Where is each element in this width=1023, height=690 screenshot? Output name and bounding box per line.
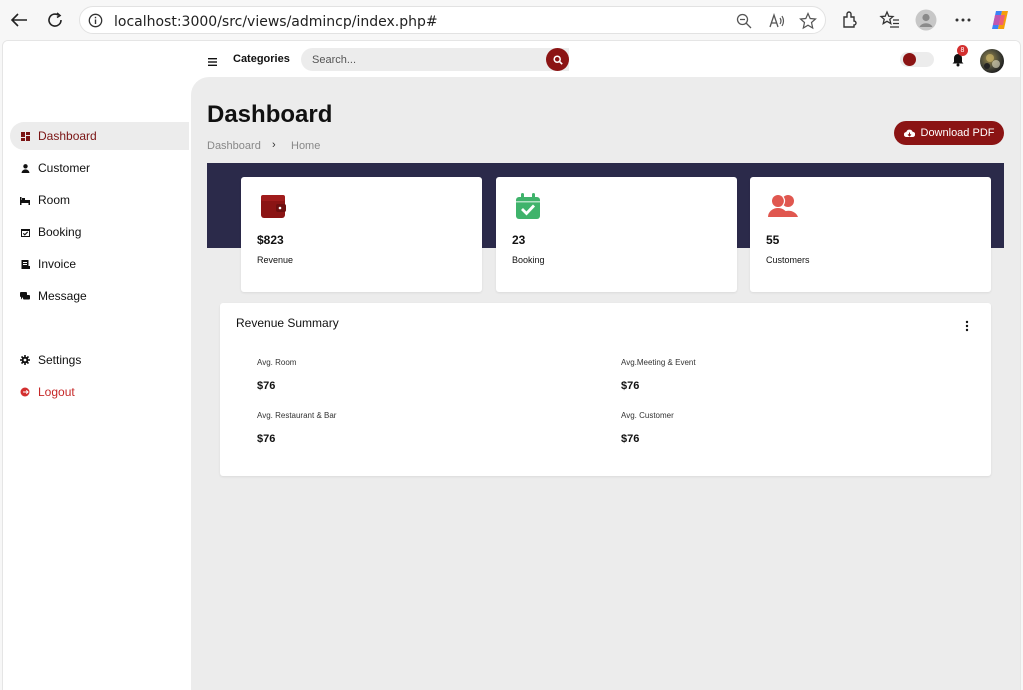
revenue-label: Revenue bbox=[257, 255, 294, 265]
booking-value: 23 bbox=[512, 233, 526, 247]
sidebar-item-label: Settings bbox=[38, 353, 82, 367]
address-bar[interactable]: localhost:3000/src/views/admincp/index.p… bbox=[79, 6, 826, 34]
wallet-icon bbox=[258, 192, 288, 222]
favorites-icon[interactable] bbox=[879, 9, 901, 31]
sidebar-item-label: Dashboard bbox=[38, 129, 97, 143]
stat-card-booking: 23 Booking bbox=[496, 177, 737, 292]
stat-card-revenue: $823 Revenue bbox=[241, 177, 482, 292]
sidebar-item-label: Room bbox=[38, 193, 71, 207]
stat-value-restaurant-bar: $76 bbox=[257, 433, 276, 445]
stat-card-customers: 55 Customers bbox=[750, 177, 991, 292]
page-title: Dashboard bbox=[207, 101, 333, 128]
avatar[interactable] bbox=[980, 49, 1004, 73]
customers-value: 55 bbox=[766, 233, 780, 247]
revenue-value: $823 bbox=[257, 233, 284, 247]
toggle-knob bbox=[903, 53, 916, 66]
calendar-check-icon bbox=[20, 227, 30, 237]
booking-label: Booking bbox=[512, 255, 545, 265]
message-icon bbox=[20, 291, 30, 301]
sidebar-item-customer[interactable]: Customer bbox=[10, 154, 189, 182]
bed-icon bbox=[20, 195, 30, 205]
favorite-star-icon[interactable] bbox=[799, 12, 817, 30]
stat-label-customer: Avg. Customer bbox=[621, 411, 674, 420]
sidebar-item-message[interactable]: Message bbox=[10, 282, 189, 310]
sidebar-item-label: Booking bbox=[38, 225, 82, 239]
user-icon bbox=[20, 163, 30, 173]
calendar-check-icon bbox=[513, 192, 543, 222]
revenue-summary-panel: Revenue Summary Avg. Room $76 Avg.Meetin… bbox=[220, 303, 991, 476]
sidebar-item-label: Message bbox=[38, 289, 87, 303]
zoom-out-icon[interactable] bbox=[735, 12, 753, 30]
sidebar-item-invoice[interactable]: Invoice bbox=[10, 250, 189, 278]
notification-badge: 8 bbox=[957, 45, 968, 56]
sidebar-item-label: Logout bbox=[38, 385, 75, 399]
dark-mode-toggle[interactable] bbox=[900, 52, 934, 67]
breadcrumb-dashboard[interactable]: Dashboard bbox=[207, 140, 261, 152]
search-icon bbox=[552, 54, 563, 65]
stat-label-meeting-event: Avg.Meeting & Event bbox=[621, 358, 696, 367]
sidebar: Dashboard Customer Room Booking Invoice bbox=[3, 41, 191, 690]
url-main: localhost:3000/src/views/admincp/index.p… bbox=[114, 14, 438, 30]
copilot-icon[interactable] bbox=[989, 9, 1011, 31]
logout-icon bbox=[20, 387, 30, 397]
back-arrow-icon[interactable] bbox=[7, 8, 31, 32]
stat-label-restaurant-bar: Avg. Restaurant & Bar bbox=[257, 411, 337, 420]
sidebar-item-room[interactable]: Room bbox=[10, 186, 189, 214]
search-button[interactable] bbox=[546, 48, 569, 71]
cloud-download-icon bbox=[903, 129, 915, 138]
sidebar-item-label: Invoice bbox=[38, 257, 77, 271]
more-icon[interactable] bbox=[952, 9, 974, 31]
stat-label-room: Avg. Room bbox=[257, 358, 297, 367]
sidebar-item-booking[interactable]: Booking bbox=[10, 218, 189, 246]
breadcrumb-home[interactable]: Home bbox=[291, 140, 320, 152]
download-pdf-label: Download PDF bbox=[920, 127, 995, 139]
extensions-icon[interactable] bbox=[839, 9, 861, 31]
users-icon bbox=[767, 192, 798, 222]
customers-label: Customers bbox=[766, 255, 810, 265]
more-options-icon[interactable] bbox=[964, 319, 970, 332]
sidebar-item-logout[interactable]: Logout bbox=[10, 378, 189, 406]
url-text: localhost:3000/src/views/admincp/index.p… bbox=[114, 12, 438, 30]
reload-icon[interactable] bbox=[43, 8, 67, 32]
categories-link[interactable]: Categories bbox=[233, 53, 290, 65]
invoice-icon bbox=[20, 259, 30, 269]
menu-toggle-icon[interactable] bbox=[208, 53, 217, 66]
stat-value-customer: $76 bbox=[621, 433, 640, 445]
summary-title: Revenue Summary bbox=[236, 316, 339, 330]
top-header: Categories 8 bbox=[191, 41, 1020, 77]
sidebar-item-label: Customer bbox=[38, 161, 91, 175]
read-aloud-icon[interactable] bbox=[768, 12, 786, 30]
dashboard-icon bbox=[20, 131, 30, 141]
download-pdf-button[interactable]: Download PDF bbox=[894, 121, 1004, 145]
sidebar-item-settings[interactable]: Settings bbox=[10, 346, 189, 374]
profile-icon[interactable] bbox=[915, 9, 937, 31]
browser-toolbar: localhost:3000/src/views/admincp/index.p… bbox=[0, 0, 1023, 40]
stat-value-meeting-event: $76 bbox=[621, 380, 640, 392]
stat-value-room: $76 bbox=[257, 380, 276, 392]
sidebar-item-dashboard[interactable]: Dashboard bbox=[10, 122, 189, 150]
breadcrumb-separator: › bbox=[272, 139, 276, 151]
main-content: Dashboard Dashboard › Home Download PDF … bbox=[191, 77, 1020, 690]
search-input[interactable] bbox=[301, 48, 569, 71]
gear-icon bbox=[20, 355, 30, 365]
app-window: Dashboard Customer Room Booking Invoice bbox=[2, 40, 1021, 690]
info-icon[interactable] bbox=[88, 13, 103, 33]
